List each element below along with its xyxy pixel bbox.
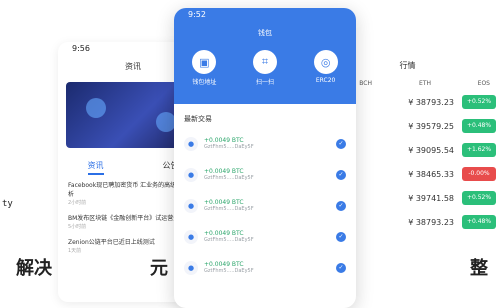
caption-fragment: 整 bbox=[470, 258, 488, 279]
change-badge: +0.48% bbox=[462, 215, 496, 229]
action-label: 钱包地址 bbox=[192, 79, 217, 86]
scan-icon: ⌗ bbox=[252, 50, 277, 74]
banner-light bbox=[86, 98, 106, 118]
check-icon: ✓ bbox=[336, 169, 346, 180]
tx-address: GztFhm5.....DaEy5F bbox=[204, 206, 254, 212]
change-badge: +0.52% bbox=[462, 95, 496, 109]
transaction-row[interactable]: ● +0.0049 BTC GztFhm5.....DaEy5F ✓ bbox=[174, 221, 356, 252]
caption-fragment: 解决 bbox=[16, 258, 52, 279]
erc20-button[interactable]: ◎ ERC20 bbox=[301, 50, 351, 86]
transaction-row[interactable]: ● +0.0049 BTC GztFhm5.....DaEy5F ✓ bbox=[174, 159, 356, 190]
transaction-row[interactable]: ● +0.0049 BTC GztFhm5.....DaEy5F ✓ bbox=[174, 128, 356, 159]
tx-amount: +0.0049 BTC bbox=[204, 137, 244, 144]
wallet-header: 9:52 钱包 ▣ 钱包地址 ⌗ 扫一扫 ◎ ERC20 bbox=[174, 8, 356, 104]
coin-icon: ● bbox=[184, 229, 198, 244]
tx-amount: +0.0049 BTC bbox=[204, 199, 244, 206]
wallet-icon: ▣ bbox=[192, 50, 217, 74]
coin-icon: ● bbox=[184, 198, 198, 213]
tx-address: GztFhm5.....DaEy5F bbox=[204, 144, 254, 150]
change-badge: +1.62% bbox=[462, 143, 496, 157]
bottom-caption: 解决 元 整 bbox=[0, 254, 500, 284]
change-badge: +0.48% bbox=[462, 119, 496, 133]
transaction-row[interactable]: ● +0.0049 BTC GztFhm5.....DaEy5F ✓ bbox=[174, 190, 356, 221]
check-icon: ✓ bbox=[336, 231, 346, 242]
token-icon: ◎ bbox=[313, 50, 338, 74]
caption-fragment: 元 bbox=[150, 258, 168, 279]
tab-news[interactable]: 资讯 bbox=[87, 160, 104, 175]
coin-icon: ● bbox=[184, 136, 198, 151]
tx-address: GztFhm5.....DaEy5F bbox=[204, 237, 254, 243]
page-title: 钱包 bbox=[258, 29, 272, 37]
header-eos[interactable]: EOS bbox=[437, 80, 496, 87]
action-label: 扫一扫 bbox=[255, 79, 274, 86]
header-eth[interactable]: ETH bbox=[378, 80, 437, 87]
scan-button[interactable]: ⌗ 扫一扫 bbox=[240, 50, 290, 86]
change-badge: +0.52% bbox=[462, 191, 496, 205]
section-title: 最新交易 bbox=[184, 115, 212, 123]
check-icon: ✓ bbox=[336, 138, 346, 149]
tx-amount: +0.0049 BTC bbox=[204, 230, 244, 237]
tx-amount: +0.0049 BTC bbox=[204, 168, 244, 175]
partial-word: ty bbox=[2, 199, 13, 209]
check-icon: ✓ bbox=[336, 200, 346, 211]
wallet-actions: ▣ 钱包地址 ⌗ 扫一扫 ◎ ERC20 bbox=[174, 50, 356, 86]
banner-light bbox=[156, 112, 176, 132]
change-badge: -0.00% bbox=[462, 167, 496, 181]
action-label: ERC20 bbox=[315, 77, 336, 84]
status-time: 9:52 bbox=[188, 10, 206, 19]
wallet-address-button[interactable]: ▣ 钱包地址 bbox=[179, 50, 229, 86]
coin-icon: ● bbox=[184, 167, 198, 182]
tx-address: GztFhm5.....DaEy5F bbox=[204, 175, 254, 181]
